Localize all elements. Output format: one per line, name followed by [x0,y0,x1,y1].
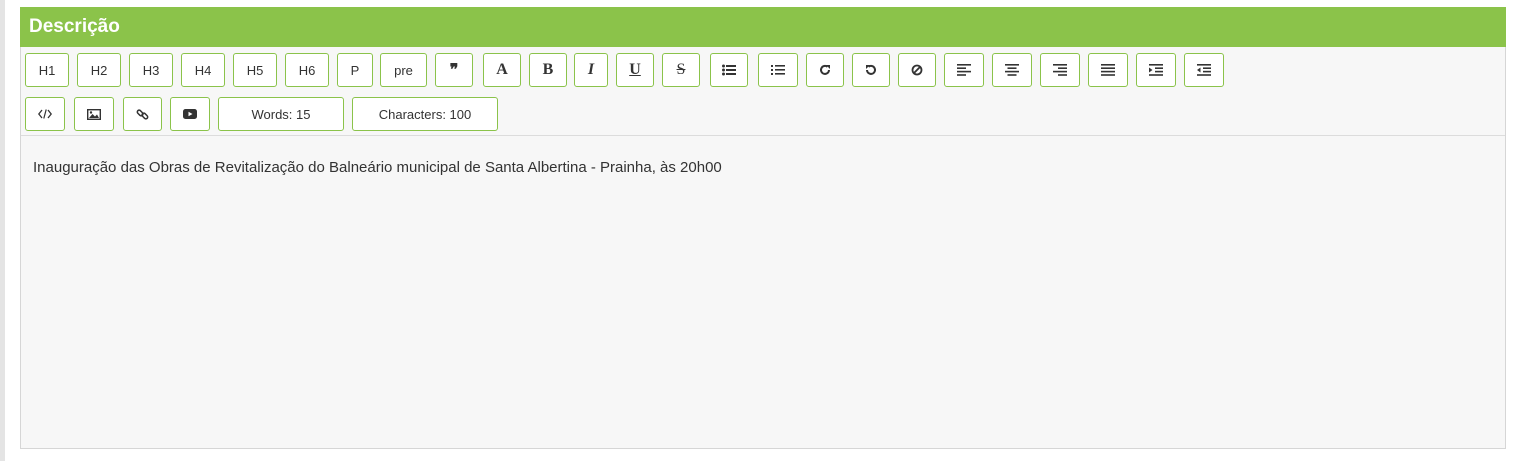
pre-button[interactable]: pre [380,53,427,87]
underline-icon: U [629,61,641,78]
image-icon [87,108,101,120]
strikethrough-button[interactable]: S [662,53,700,87]
insert-video-button[interactable] [170,97,210,131]
insert-link-button[interactable] [123,97,162,131]
h4-button[interactable]: H4 [181,53,225,87]
h3-button[interactable]: H3 [129,53,173,87]
word-count: Words: 15 [218,97,344,131]
font-icon: A [496,61,508,78]
unordered-list-icon [722,64,736,76]
ordered-list-icon [771,65,785,75]
h1-button[interactable]: H1 [25,53,69,87]
font-button[interactable]: A [483,53,521,87]
undo-button[interactable] [852,53,890,87]
italic-icon: I [587,61,595,78]
align-center-button[interactable] [992,53,1032,87]
quote-icon: ❞ [449,62,459,79]
underline-button[interactable]: U [616,53,654,87]
align-left-icon [957,64,971,76]
align-left-button[interactable] [944,53,984,87]
editor-text: Inauguração das Obras de Revitalização d… [33,159,722,176]
editor-content-area[interactable]: Inauguração das Obras de Revitalização d… [21,137,1505,448]
video-icon [183,109,197,119]
h5-button[interactable]: H5 [233,53,277,87]
undo-icon [866,64,876,75]
bold-button[interactable]: B [529,53,567,87]
redo-button[interactable] [806,53,844,87]
align-right-button[interactable] [1040,53,1080,87]
indent-button[interactable] [1136,53,1176,87]
outdent-button[interactable] [1184,53,1224,87]
align-justify-button[interactable] [1088,53,1128,87]
italic-button[interactable]: I [574,53,608,87]
ordered-list-button[interactable] [758,53,798,87]
blockquote-button[interactable]: ❞ [435,53,473,87]
editor-toolbar: H1 H2 H3 H4 H5 H6 P pre ❞ A B I U S Word… [21,47,1505,136]
redo-icon [820,64,830,75]
remove-format-button[interactable] [898,53,936,87]
remove-format-icon [911,64,923,76]
align-center-icon [1005,64,1019,76]
link-icon [136,108,149,120]
character-count: Characters: 100 [352,97,498,131]
page-left-border [0,0,5,461]
align-right-icon [1053,64,1067,76]
align-justify-icon [1101,64,1115,76]
strikethrough-icon: S [676,61,686,78]
unordered-list-button[interactable] [710,53,748,87]
code-icon [38,109,52,119]
h6-button[interactable]: H6 [285,53,329,87]
code-view-button[interactable] [25,97,65,131]
panel-title: Descrição [20,7,1506,47]
indent-icon [1149,64,1163,76]
paragraph-button[interactable]: P [337,53,373,87]
bold-icon: B [542,61,554,78]
outdent-icon [1197,64,1211,76]
h2-button[interactable]: H2 [77,53,121,87]
insert-image-button[interactable] [74,97,114,131]
